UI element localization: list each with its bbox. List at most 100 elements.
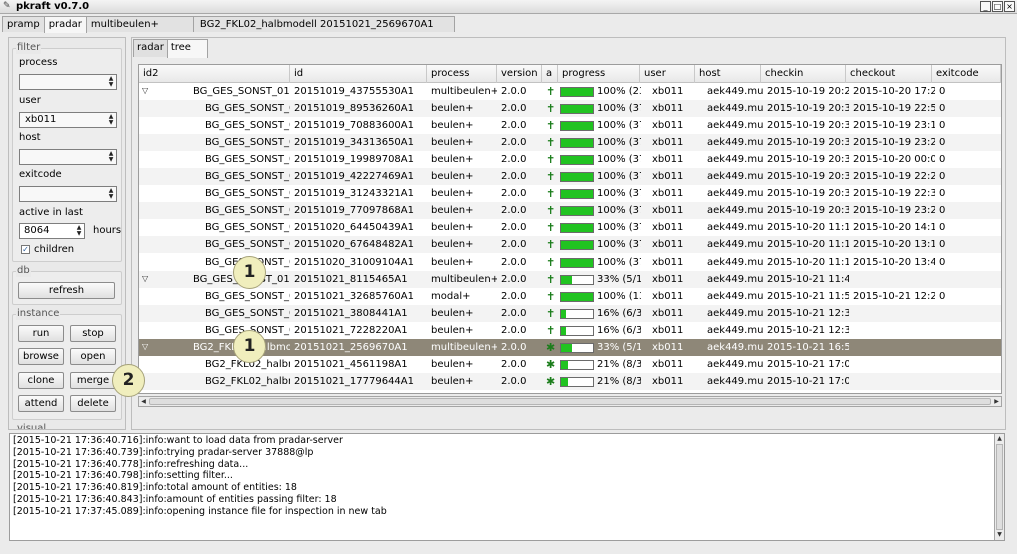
scroll-down-icon[interactable]: ▼	[995, 530, 1004, 539]
table-row[interactable]: BG_GES_SONST_01V0220151021_7228220A1beul…	[139, 322, 1001, 339]
log-line: [2015-10-21 17:36:40.716]:info:want to l…	[13, 435, 343, 446]
column-header-progress[interactable]: progress	[558, 65, 640, 83]
cell-version: 2.0.0	[501, 307, 527, 319]
scroll-left-icon[interactable]: ◀	[139, 397, 148, 406]
tab-multibeulen[interactable]: multibeulen+	[85, 16, 194, 32]
visual-group-title: visual	[16, 423, 48, 429]
log-output[interactable]: [2015-10-21 17:36:40.716]:info:want to l…	[9, 433, 1005, 541]
cell-checkout: 2015-10-19 22:35:	[853, 188, 935, 200]
cell-checkin: 2015-10-21 11:49:	[767, 273, 849, 285]
horizontal-scrollbar[interactable]: ◀ ▶	[138, 396, 1002, 407]
table-row[interactable]: BG_GES_SONST_01V01 20151020_64450439A1 beu…	[139, 219, 1001, 236]
table-row[interactable]: BG_GES_SONST_01V01 20151019_42227469A1 beu…	[139, 168, 1001, 186]
cell-host: aek449.mu	[707, 341, 763, 353]
column-header-process[interactable]: process	[427, 65, 497, 83]
host-combo[interactable]: ▲ ▼	[19, 149, 117, 165]
attend-button[interactable]: attend	[18, 395, 64, 412]
column-header-state[interactable]: a	[542, 65, 558, 83]
tab-pradar[interactable]: pradar	[43, 16, 87, 33]
cell-checkout	[849, 271, 935, 288]
table-row[interactable]: BG_GES_SONST_01V01 20151019_34313650A1 beu…	[139, 134, 1001, 152]
tab-pramp[interactable]: pramp	[2, 16, 45, 32]
table-row[interactable]: BG_GES_SONST_01V01 20151019_77097868A1 beu…	[139, 202, 1001, 220]
column-header-host[interactable]: host	[695, 65, 761, 83]
cell-process: beulen+	[431, 103, 474, 115]
table-row[interactable]: BG_GES_SONST_01V0120151020_31009104A1beu…	[139, 254, 1001, 271]
active-hours-value: 8064	[24, 225, 50, 236]
column-header-id2[interactable]: id2	[139, 65, 290, 83]
clone-button[interactable]: clone	[18, 372, 64, 389]
cell-progress-text: 16% (6/37)	[597, 324, 641, 336]
table-row[interactable]: BG_GES_SONST_01V02 20151021_32685760A1 mod…	[139, 288, 1001, 305]
run-button[interactable]: run	[18, 325, 64, 342]
delete-button[interactable]: delete	[70, 395, 116, 412]
cell-id: 20151019_89536260A1	[294, 103, 414, 115]
cell-exitcode: 0	[939, 86, 946, 97]
close-button[interactable]: ×	[1004, 1, 1015, 12]
stop-button[interactable]: stop	[70, 325, 116, 342]
cell-process: beulen+	[431, 120, 474, 132]
table-row[interactable]: BG_GES_SONST_01V01 20151019_70883600A1 beu…	[139, 117, 1001, 134]
scroll-right-icon[interactable]: ▶	[992, 397, 1001, 406]
children-checkbox[interactable]: ✓	[21, 245, 30, 254]
cell-id2: BG_GES_SONST_01V02	[205, 290, 290, 302]
expand-toggle-icon[interactable]: ▽	[142, 339, 148, 355]
vertical-scroll-thumb[interactable]	[996, 444, 1003, 530]
column-header-checkin[interactable]: checkin	[761, 65, 846, 83]
scroll-up-icon[interactable]: ▲	[995, 434, 1004, 443]
column-header-id[interactable]: id	[290, 65, 427, 83]
table-row[interactable]: ▽ BG_GES_SONST_01V01 20151019_43755530A1 mu…	[139, 83, 1001, 100]
browse-button[interactable]: browse	[18, 348, 64, 365]
user-label: user	[19, 95, 41, 106]
vertical-scrollbar[interactable]: ▲ ▼	[994, 434, 1004, 540]
tab-instance-file[interactable]: BG2_FKL02_halbmodell 20151021_2569670A1	[192, 16, 455, 32]
table-row[interactable]: ▽BG2_FKL02_halbmodell20151021_2569670A1m…	[139, 338, 1001, 356]
cell-version: 2.0.0	[501, 188, 527, 200]
finished-state-icon: ✝	[546, 323, 556, 337]
column-header-exitcode[interactable]: exitcode	[932, 65, 1001, 83]
running-state-icon: ✱	[546, 340, 556, 354]
user-combo[interactable]: xb011 ▲ ▼	[19, 112, 117, 128]
cell-version: 2.0.0	[501, 256, 527, 268]
table-row[interactable]: BG_GES_SONST_01V01 20151020_67648482A1 beu…	[139, 236, 1001, 254]
cell-id: 20151020_31009104A1	[294, 256, 414, 268]
cell-version: 2.0.0	[501, 358, 527, 370]
title-bar: ✎ pkraft v0.7.0 _ □ ×	[0, 0, 1017, 14]
table-row[interactable]: BG_GES_SONST_01V02 20151021_3808441A1 beul…	[139, 304, 1001, 322]
horizontal-scroll-thumb[interactable]	[149, 398, 991, 405]
cell-id2: BG_GES_SONST_01V01	[205, 120, 290, 132]
process-combo[interactable]: ▲ ▼	[19, 74, 117, 90]
active-hours-spinbox[interactable]: 8064 ▲ ▼	[19, 223, 85, 239]
expand-toggle-icon[interactable]: ▽	[142, 271, 148, 287]
combo-arrows-icon: ▲ ▼	[108, 113, 114, 126]
column-header-version[interactable]: version	[497, 65, 542, 83]
tab-tree[interactable]: tree	[166, 39, 208, 58]
cell-checkin: 2015-10-19 20:34:	[767, 137, 849, 149]
cell-process: multibeulen+	[431, 86, 497, 97]
minimize-button[interactable]: _	[980, 1, 991, 12]
cell-id: 20151021_8115465A1	[294, 273, 408, 285]
cell-version: 2.0.0	[501, 171, 527, 183]
cell-checkin: 2015-10-19 20:25:	[767, 86, 849, 97]
maximize-button[interactable]: □	[992, 1, 1003, 12]
exitcode-combo[interactable]: ▲ ▼	[19, 186, 117, 202]
spin-arrows-icon[interactable]: ▲ ▼	[76, 225, 82, 237]
table-row[interactable]: BG2_FKL02_halbmodell20151021_4561198A1be…	[139, 356, 1001, 373]
table-row[interactable]: BG_GES_SONST_01V01 20151019_19989708A1 beu…	[139, 151, 1001, 168]
expand-toggle-icon[interactable]: ▽	[142, 83, 148, 99]
open-button[interactable]: open	[70, 348, 116, 365]
table-row[interactable]: ▽BG_GES_SONST_01V0220151021_8115465A1mul…	[139, 270, 1001, 288]
table-row[interactable]: BG2_FKL02_halbmodell 20151021_17779644A1 b…	[139, 372, 1001, 390]
table-row[interactable]: BG_GES_SONST_01V01 20151019_31243321A1 beu…	[139, 185, 1001, 202]
refresh-button[interactable]: refresh	[18, 282, 115, 299]
table-row[interactable]: BG_GES_SONST_01V01 20151019_89536260A1 beu…	[139, 100, 1001, 118]
cell-checkin: 2015-10-19 20:33:	[767, 103, 849, 115]
column-header-user[interactable]: user	[640, 65, 695, 83]
merge-button[interactable]: merge	[70, 372, 116, 389]
cell-id: 20151019_43755530A1	[294, 86, 414, 97]
cell-process: modal+	[431, 290, 471, 302]
cell-id: 20151020_64450439A1	[294, 222, 414, 234]
filter-group: filter process ▲ ▼ user xb011 ▲ ▼ host ▲ ▼ e…	[12, 42, 122, 262]
tab-radar[interactable]: radar	[133, 39, 168, 57]
column-header-checkout[interactable]: checkout	[846, 65, 932, 83]
